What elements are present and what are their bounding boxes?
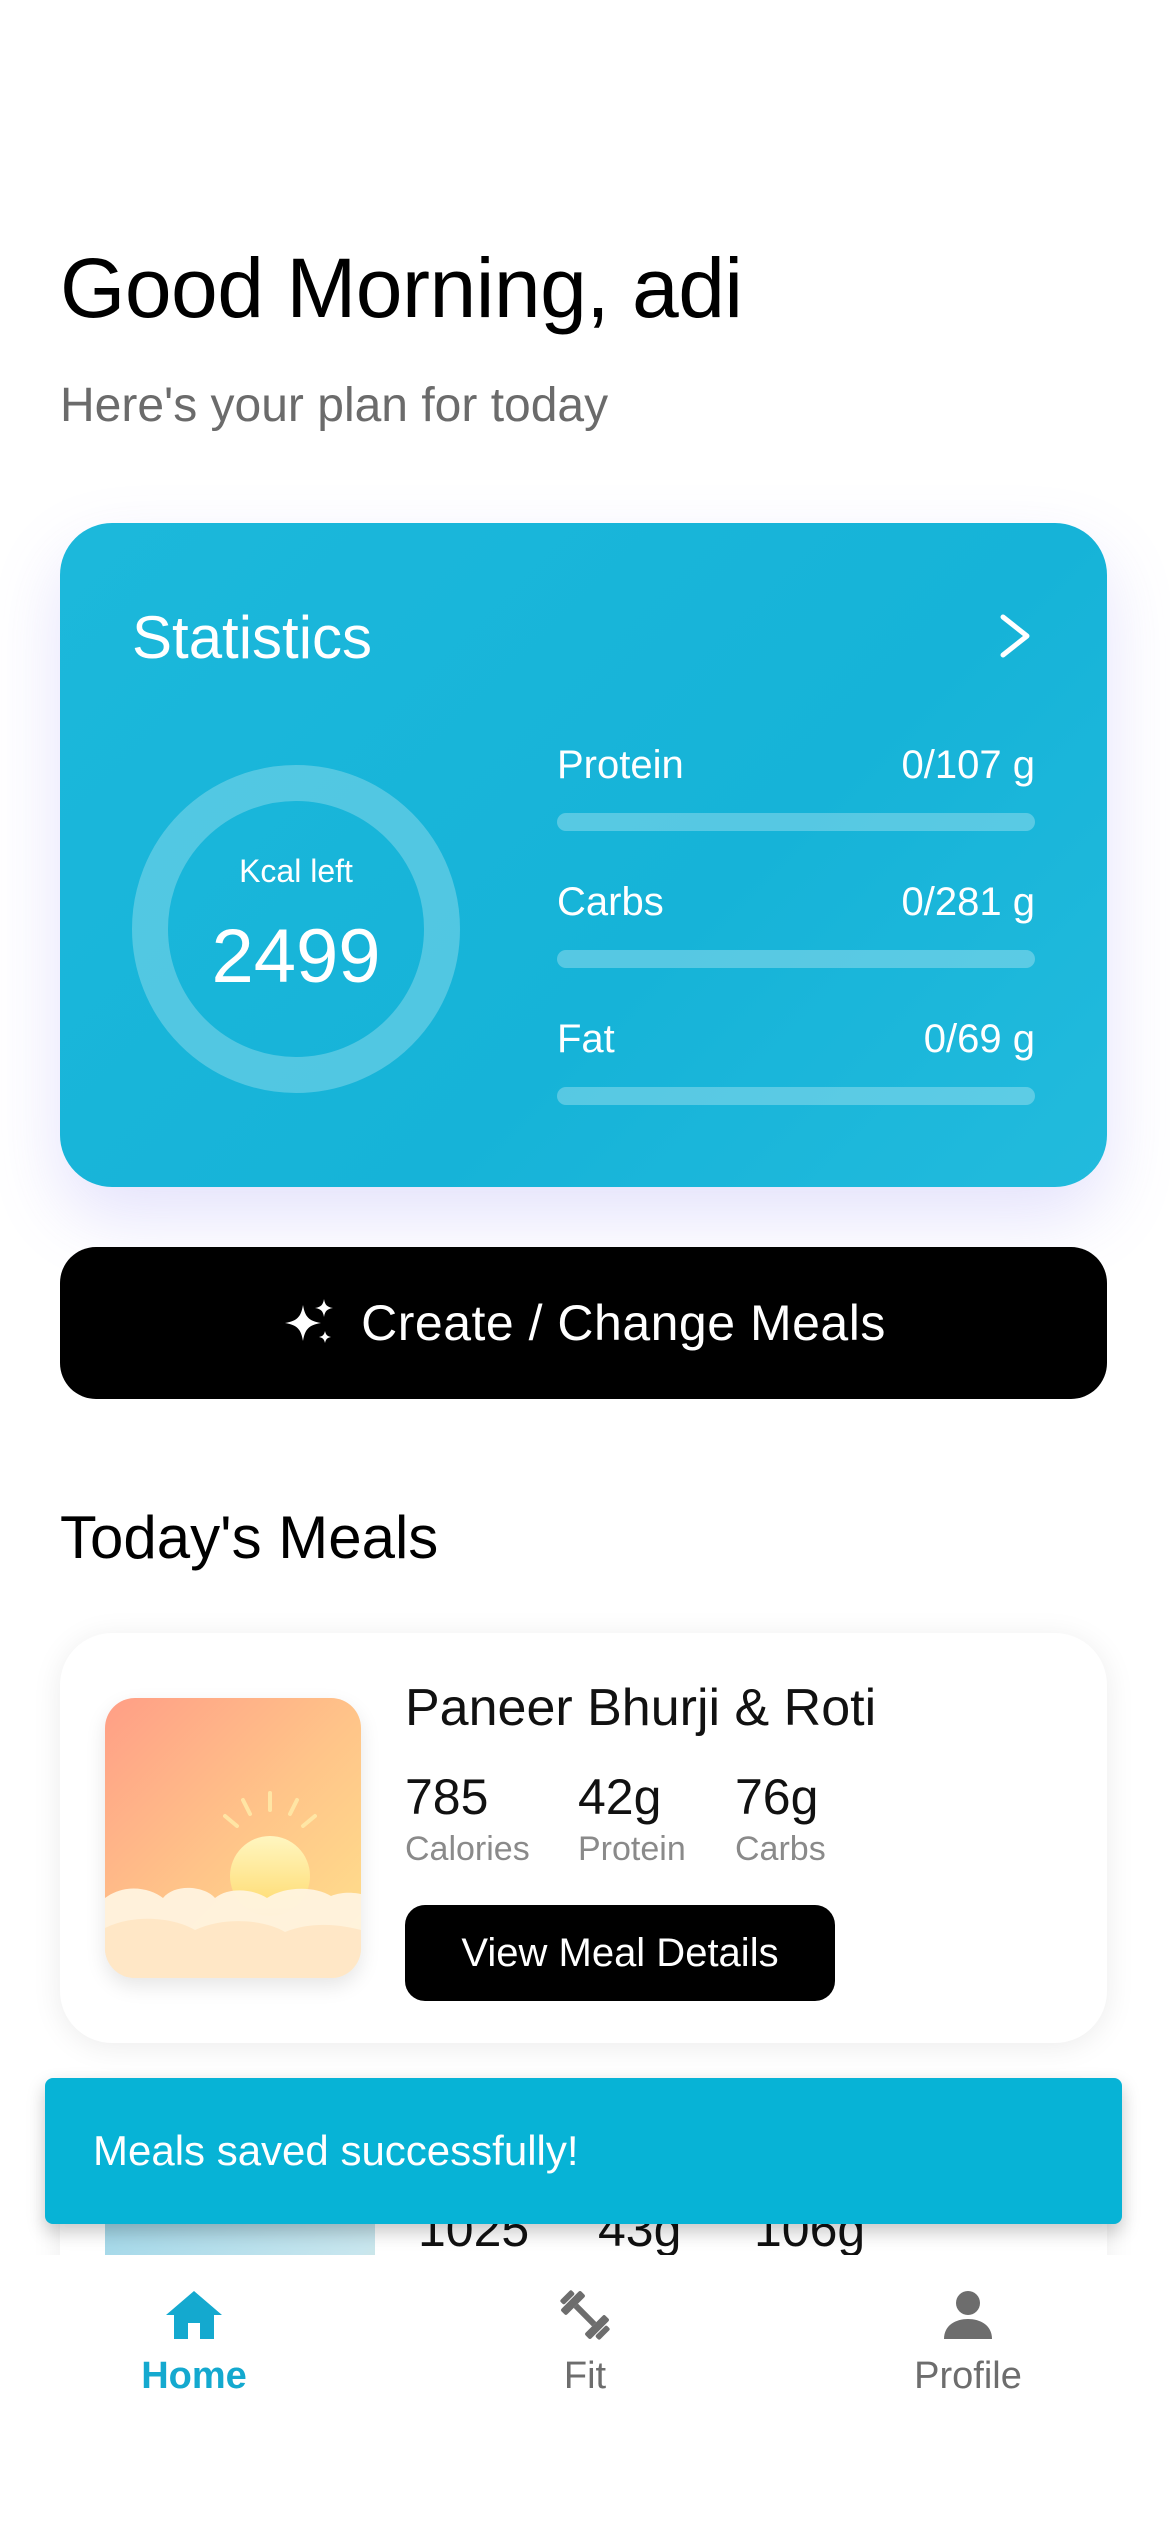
- tab-label: Home: [141, 2355, 247, 2397]
- dumbbell-icon: [560, 2290, 610, 2340]
- create-change-meals-button[interactable]: Create / Change Meals: [60, 1247, 1107, 1399]
- macro-progress-bar: [557, 1087, 1035, 1105]
- macro-name: Fat: [557, 1017, 615, 1061]
- macro-progress-bar: [557, 950, 1035, 968]
- kcal-value: 2499: [211, 914, 381, 999]
- statistics-card[interactable]: Statistics Kcal left 2499 Protein 0/107 …: [60, 523, 1107, 1187]
- todays-meals-title: Today's Meals: [60, 1504, 439, 1571]
- meal-protein-label: Protein: [578, 1830, 686, 1868]
- kcal-label: Kcal left: [239, 853, 353, 889]
- macro-fat: Fat 0/69 g: [557, 1017, 1035, 1107]
- meal-carbs: 76g Carbs: [735, 1768, 826, 1869]
- macro-progress-bar: [557, 813, 1035, 831]
- tab-home[interactable]: Home: [74, 2283, 314, 2423]
- sparkles-icon: [285, 1299, 334, 1343]
- macro-protein: Protein 0/107 g: [557, 743, 1035, 833]
- meal-card[interactable]: Paneer Bhurji & Roti 785 Calories 42g Pr…: [60, 1633, 1107, 2043]
- macro-name: Protein: [557, 743, 684, 787]
- create-change-meals-label: Create / Change Meals: [361, 1295, 886, 1351]
- bottom-tab-bar: Home Fit Profile: [0, 2255, 1170, 2532]
- macro-carbs: Carbs 0/281 g: [557, 880, 1035, 970]
- tab-fit[interactable]: Fit: [465, 2283, 705, 2423]
- meal-calories-label: Calories: [405, 1830, 530, 1868]
- meal-carbs-value: 76g: [735, 1769, 819, 1825]
- tab-label: Fit: [563, 2355, 607, 2397]
- meal-protein-value: 42g: [578, 1769, 662, 1825]
- home-icon: [166, 2291, 222, 2339]
- toast-message: Meals saved successfully!: [45, 2078, 1122, 2224]
- greeting-subtitle: Here's your plan for today: [60, 379, 609, 432]
- greeting-title: Good Morning, adi: [60, 241, 743, 335]
- meal-protein: 42g Protein: [578, 1768, 686, 1869]
- macro-value: 0/69 g: [923, 1017, 1035, 1061]
- meal-calories: 785 Calories: [405, 1768, 530, 1869]
- meal-name: Paneer Bhurji & Roti: [405, 1679, 877, 1737]
- chevron-right-icon[interactable]: [995, 611, 1035, 661]
- macro-value: 0/107 g: [901, 743, 1035, 787]
- meal-calories-value: 785: [405, 1769, 489, 1825]
- tab-label: Profile: [914, 2355, 1022, 2397]
- meal-carbs-label: Carbs: [735, 1830, 826, 1868]
- view-meal-details-button[interactable]: View Meal Details: [405, 1905, 835, 2001]
- statistics-title: Statistics: [132, 604, 373, 671]
- person-icon: [944, 2291, 992, 2339]
- macro-value: 0/281 g: [901, 880, 1035, 924]
- tab-profile[interactable]: Profile: [848, 2283, 1088, 2423]
- sunrise-illustration-icon: [105, 1698, 361, 1978]
- macro-name: Carbs: [557, 880, 664, 924]
